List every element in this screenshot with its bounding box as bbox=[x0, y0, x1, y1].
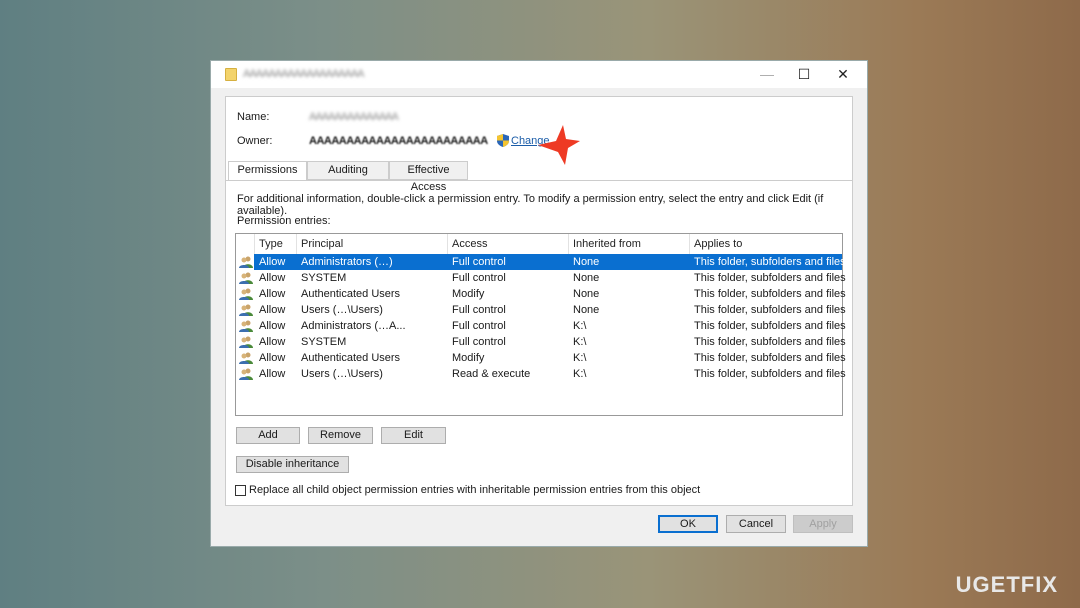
entries-label: Permission entries: bbox=[237, 215, 331, 227]
replace-child-permissions-label[interactable]: Replace all child object permission entr… bbox=[249, 484, 700, 496]
cell-access: Modify bbox=[452, 352, 485, 364]
folder-icon bbox=[225, 68, 237, 81]
name-value: AAAAAAAAAAAAAA bbox=[309, 111, 399, 123]
red-star-annotation bbox=[538, 125, 580, 165]
users-icon bbox=[239, 272, 253, 284]
ok-button[interactable]: OK bbox=[658, 515, 718, 533]
permission-entry-row[interactable]: Allow Authenticated Users Modify K:\ This fo… bbox=[236, 350, 846, 366]
permission-entry-row[interactable]: Allow Administrators (…A... Full control K:… bbox=[236, 318, 846, 334]
cell-principal: SYSTEM bbox=[301, 272, 347, 284]
cell-type: Allow bbox=[259, 304, 286, 316]
users-icon bbox=[239, 288, 253, 300]
cell-type: Allow bbox=[259, 336, 286, 348]
column-header-type[interactable]: Type bbox=[259, 238, 283, 252]
cell-applies: This folder, subfolders and files bbox=[694, 368, 846, 380]
tab-auditing[interactable]: Auditing bbox=[307, 161, 389, 180]
cell-type: Allow bbox=[259, 320, 286, 332]
cell-applies: This folder, subfolders and files bbox=[694, 352, 846, 364]
column-header-inherited-from[interactable]: Inherited from bbox=[573, 238, 641, 252]
cell-access: Full control bbox=[452, 320, 506, 332]
cell-inherited: None bbox=[573, 272, 600, 284]
cell-type: Allow bbox=[259, 272, 286, 284]
name-label: Name: bbox=[237, 111, 270, 123]
add-button[interactable]: Add bbox=[236, 427, 300, 444]
cancel-button[interactable]: Cancel bbox=[726, 515, 786, 533]
cell-type: Allow bbox=[259, 368, 286, 380]
window-title: AAAAAAAAAAAAAAAAAAA bbox=[243, 68, 364, 80]
tab-effective-access[interactable]: Effective Access bbox=[389, 161, 468, 193]
cell-access: Full control bbox=[452, 272, 506, 284]
permission-entry-row[interactable]: Allow Administrators (…) Full control None T… bbox=[239, 254, 846, 270]
watermark-logo: UGETFIX bbox=[955, 572, 1058, 597]
minimize-button[interactable]: — bbox=[754, 65, 780, 83]
cell-applies: This folder, subfolders and files bbox=[694, 320, 846, 332]
cell-principal: SYSTEM bbox=[301, 336, 347, 348]
users-icon bbox=[239, 368, 253, 380]
cell-inherited: None bbox=[573, 304, 600, 316]
cell-inherited: K:\ bbox=[573, 352, 587, 364]
cell-inherited: K:\ bbox=[573, 368, 587, 380]
maximize-button[interactable]: ☐ bbox=[791, 65, 817, 83]
users-icon bbox=[239, 352, 253, 364]
permission-entries-list[interactable]: Type Principal Access Inherited from App… bbox=[235, 233, 846, 416]
users-icon bbox=[239, 256, 253, 268]
cell-type: Allow bbox=[259, 352, 286, 364]
cell-access: Full control bbox=[452, 256, 506, 268]
users-icon bbox=[239, 304, 253, 316]
cell-principal: Users (…\Users) bbox=[301, 368, 383, 380]
owner-label: Owner: bbox=[237, 135, 273, 147]
permission-entry-row[interactable]: Allow Authenticated Users Modify None This f… bbox=[236, 286, 846, 302]
cell-applies: This folder, subfolders and files bbox=[694, 336, 846, 348]
owner-value: AAAAAAAAAAAAAAAAAAAAAAAA bbox=[309, 135, 488, 147]
cell-principal: Administrators (…A... bbox=[301, 320, 406, 332]
column-header-applies-to[interactable]: Applies to bbox=[694, 238, 742, 252]
permission-entry-row[interactable]: Allow Users (…\Users) Full control None This… bbox=[236, 302, 846, 318]
uac-shield-icon bbox=[497, 134, 509, 147]
close-button[interactable]: ✕ bbox=[830, 65, 856, 83]
cell-principal: Users (…\Users) bbox=[301, 304, 383, 316]
cell-type: Allow bbox=[259, 256, 286, 268]
cell-inherited: K:\ bbox=[573, 336, 587, 348]
cell-inherited: K:\ bbox=[573, 320, 587, 332]
permission-entry-row[interactable]: Allow SYSTEM Full control None This folder, … bbox=[236, 270, 846, 286]
disable-inheritance-button[interactable]: Disable inheritance bbox=[236, 456, 349, 473]
cell-applies: This folder, subfolders and files bbox=[694, 288, 846, 300]
edit-button[interactable]: Edit bbox=[381, 427, 446, 444]
cell-access: Modify bbox=[452, 288, 485, 300]
cell-access: Read & execute bbox=[452, 368, 531, 380]
tab-permissions[interactable]: Permissions bbox=[228, 161, 307, 181]
apply-button[interactable]: Apply bbox=[793, 515, 853, 533]
cell-inherited: None bbox=[573, 288, 600, 300]
users-icon bbox=[239, 336, 253, 348]
cell-principal: Authenticated Users bbox=[301, 352, 401, 364]
column-header-access[interactable]: Access bbox=[452, 238, 487, 252]
info-text: For additional information, double-click… bbox=[237, 193, 824, 217]
tab-divider bbox=[226, 180, 852, 181]
cell-applies: This folder, subfolders and files bbox=[694, 272, 846, 284]
column-header-principal[interactable]: Principal bbox=[301, 238, 343, 252]
cell-applies: This folder, subfolders and files bbox=[694, 304, 846, 316]
permission-entry-row[interactable]: Allow SYSTEM Full control K:\ This folder, s… bbox=[236, 334, 846, 350]
cell-principal: Authenticated Users bbox=[301, 288, 401, 300]
title-bar[interactable]: AAAAAAAAAAAAAAAAAAA — ☐ ✕ bbox=[211, 61, 867, 88]
cell-inherited: None bbox=[573, 256, 600, 268]
remove-button[interactable]: Remove bbox=[308, 427, 373, 444]
cell-access: Full control bbox=[452, 304, 506, 316]
users-icon bbox=[239, 320, 253, 332]
cell-access: Full control bbox=[452, 336, 506, 348]
permission-entry-row[interactable]: Allow Users (…\Users) Read & execute K:\ Thi… bbox=[236, 366, 846, 382]
cell-type: Allow bbox=[259, 288, 286, 300]
cell-applies: This folder, subfolders and files bbox=[694, 256, 846, 268]
replace-child-permissions-checkbox[interactable] bbox=[235, 485, 246, 496]
cell-principal: Administrators (…) bbox=[301, 256, 393, 268]
